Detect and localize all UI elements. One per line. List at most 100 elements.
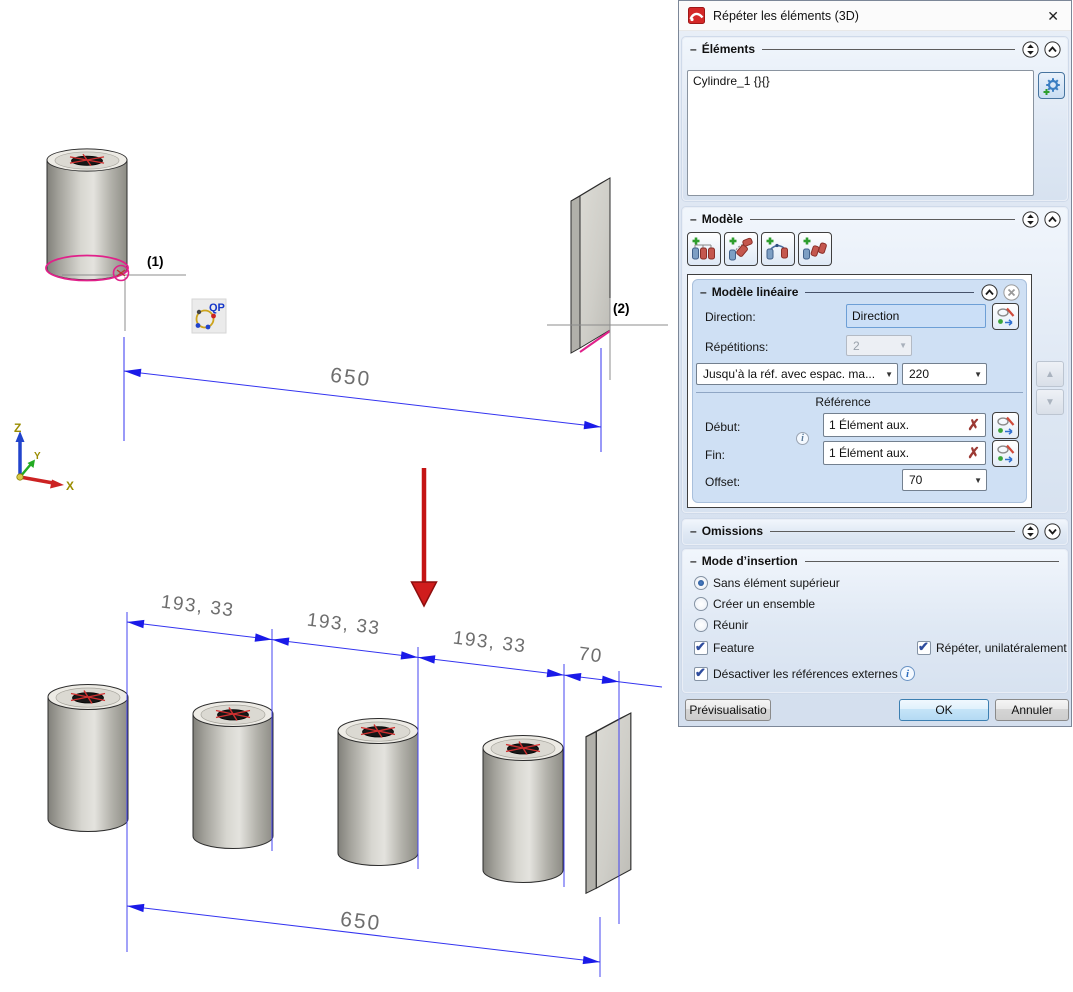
pin-spinner-icon[interactable] — [1022, 211, 1039, 228]
elements-list-item[interactable]: Cylindre_1 {}{} — [693, 74, 770, 88]
direction-pick-button[interactable] — [992, 303, 1019, 330]
repetitions-value: 2 — [853, 339, 860, 353]
down-arrow-icon: ▼ — [1045, 397, 1055, 408]
radio-unite-label[interactable]: Réunir — [713, 618, 748, 632]
add-curve-pattern-button[interactable] — [798, 232, 832, 266]
qp-snap-widget[interactable]: QP — [192, 299, 226, 333]
elements-section: – Éléments Cylindre_1 {}{} — [682, 37, 1068, 201]
collapse-dash-icon[interactable]: – — [700, 285, 707, 299]
pattern-list-container: – Modèle linéaire Direction: Direction — [687, 274, 1032, 508]
add-point-pattern-button[interactable] — [761, 232, 795, 266]
result-plate[interactable] — [586, 713, 631, 893]
preview-button[interactable]: Prévisualisatio — [685, 699, 771, 721]
elements-list[interactable]: Cylindre_1 {}{} — [687, 70, 1034, 196]
collapse-dash-icon[interactable]: – — [690, 524, 697, 538]
reference1-crosshair — [62, 275, 186, 331]
clear-reference-icon[interactable]: ✗ — [967, 444, 980, 462]
repetitions-label: Répétitions: — [705, 340, 768, 354]
limit-mode-value: Jusqu’à la réf. avec espac. ma... — [703, 367, 875, 381]
collapse-up-icon[interactable] — [1044, 41, 1061, 58]
dim-text-spacing-1: 193, 33 — [160, 592, 236, 622]
omissions-section-title: Omissions — [702, 524, 763, 538]
limit-mode-combo[interactable]: Jusqu’à la réf. avec espac. ma... ▼ — [696, 363, 898, 385]
end-reference-value: 1 Élément aux. — [829, 446, 909, 460]
insertion-mode-section: – Mode d’insertion Sans élément supérieu… — [682, 549, 1068, 693]
dropdown-arrow-icon: ▼ — [899, 341, 907, 350]
collapse-dash-icon[interactable]: – — [690, 212, 697, 226]
start-pick-button[interactable] — [992, 412, 1019, 439]
linear-pattern-panel: – Modèle linéaire Direction: Direction — [692, 279, 1027, 503]
transform-arrow — [412, 468, 437, 606]
checkbox-disable-external-refs[interactable]: ✔ — [694, 667, 708, 681]
radio-create-assembly-label[interactable]: Créer un ensemble — [713, 597, 815, 611]
linear-panel-title: Modèle linéaire — [712, 285, 799, 299]
axis-x-label: X — [66, 479, 74, 493]
redefine-direction-icon — [995, 306, 1016, 327]
model-section-title: Modèle — [702, 212, 743, 226]
cancel-button[interactable]: Annuler — [995, 699, 1069, 721]
dropdown-arrow-icon: ▼ — [974, 370, 982, 379]
end-label: Fin: — [705, 448, 725, 462]
collapse-dash-icon: – — [690, 554, 697, 568]
external-refs-info-icon[interactable]: i — [900, 666, 915, 681]
check-icon: ✔ — [695, 665, 706, 681]
clear-reference-icon[interactable]: ✗ — [967, 416, 980, 434]
viewport-3d[interactable]: (1) QP (2) 650 Z — [0, 0, 678, 992]
reference1-label: (1) — [147, 254, 164, 269]
source-cylinder[interactable] — [47, 149, 127, 280]
checkbox-repeat-unilateral-label[interactable]: Répéter, unilatéralement — [936, 641, 1067, 655]
result-cylinders[interactable] — [48, 685, 563, 883]
move-pattern-up-button[interactable]: ▲ — [1036, 361, 1064, 387]
dropdown-arrow-icon: ▼ — [974, 476, 982, 485]
radio-no-parent-label[interactable]: Sans élément supérieur — [713, 576, 840, 590]
collapse-down-icon[interactable] — [1044, 523, 1061, 540]
reference-plate[interactable] — [571, 178, 610, 353]
remove-pattern-icon[interactable] — [1003, 284, 1020, 301]
radio-no-parent[interactable] — [694, 576, 708, 590]
ok-button[interactable]: OK — [899, 699, 989, 721]
collapse-up-icon[interactable] — [1044, 211, 1061, 228]
redefine-reference-icon — [995, 415, 1016, 436]
pin-spinner-icon[interactable] — [1022, 523, 1039, 540]
ok-button-label: OK — [935, 703, 952, 717]
qp-label: QP — [209, 302, 225, 314]
reference2-label: (2) — [613, 301, 630, 316]
repeat-elements-dialog: Répéter les éléments (3D) ✕ – Éléments C… — [678, 0, 1072, 727]
radio-create-assembly[interactable] — [694, 597, 708, 611]
elements-options-button[interactable] — [1038, 72, 1065, 99]
add-circular-pattern-button[interactable] — [724, 232, 758, 266]
dimension-chain: 193, 33 193, 33 193, 33 70 — [126, 592, 662, 687]
move-pattern-down-button[interactable]: ▼ — [1036, 389, 1064, 415]
repetitions-combo: 2 ▼ — [846, 335, 912, 356]
start-reference-field[interactable]: 1 Élément aux. ✗ — [823, 413, 986, 437]
close-icon[interactable]: ✕ — [1047, 9, 1059, 23]
elements-section-title: Éléments — [702, 42, 755, 56]
end-reference-field[interactable]: 1 Élément aux. ✗ — [823, 441, 986, 465]
add-linear-pattern-button[interactable] — [687, 232, 721, 266]
app-logo-icon — [688, 7, 705, 24]
info-glyph: i — [801, 433, 804, 444]
direction-field[interactable]: Direction — [846, 304, 986, 328]
dimension-before-650: 650 — [124, 337, 602, 452]
check-icon: ✔ — [695, 639, 706, 655]
reference-info-icon[interactable]: i — [796, 432, 809, 445]
checkbox-repeat-unilateral[interactable]: ✔ — [917, 641, 931, 655]
cancel-button-label: Annuler — [1011, 703, 1052, 717]
dialog-title: Répéter les éléments (3D) — [713, 9, 859, 23]
end-pick-button[interactable] — [992, 440, 1019, 467]
pin-spinner-icon[interactable] — [1022, 41, 1039, 58]
offset-label: Offset: — [705, 475, 740, 489]
checkbox-disable-external-refs-label[interactable]: Désactiver les références externes — [713, 667, 898, 681]
collapse-dash-icon[interactable]: – — [690, 42, 697, 56]
collapse-up-icon[interactable] — [981, 284, 998, 301]
radio-unite[interactable] — [694, 618, 708, 632]
offset-combo[interactable]: 70 ▼ — [902, 469, 987, 491]
checkbox-feature-label[interactable]: Feature — [713, 641, 754, 655]
axis-y-label: Y — [34, 451, 41, 462]
checkbox-feature[interactable]: ✔ — [694, 641, 708, 655]
circular-pattern-icon — [728, 236, 754, 262]
start-reference-value: 1 Élément aux. — [829, 418, 909, 432]
dialog-titlebar[interactable]: Répéter les éléments (3D) ✕ — [679, 1, 1071, 31]
model-section: – Modèle — [682, 207, 1068, 513]
max-spacing-combo[interactable]: 220 ▼ — [902, 363, 987, 385]
